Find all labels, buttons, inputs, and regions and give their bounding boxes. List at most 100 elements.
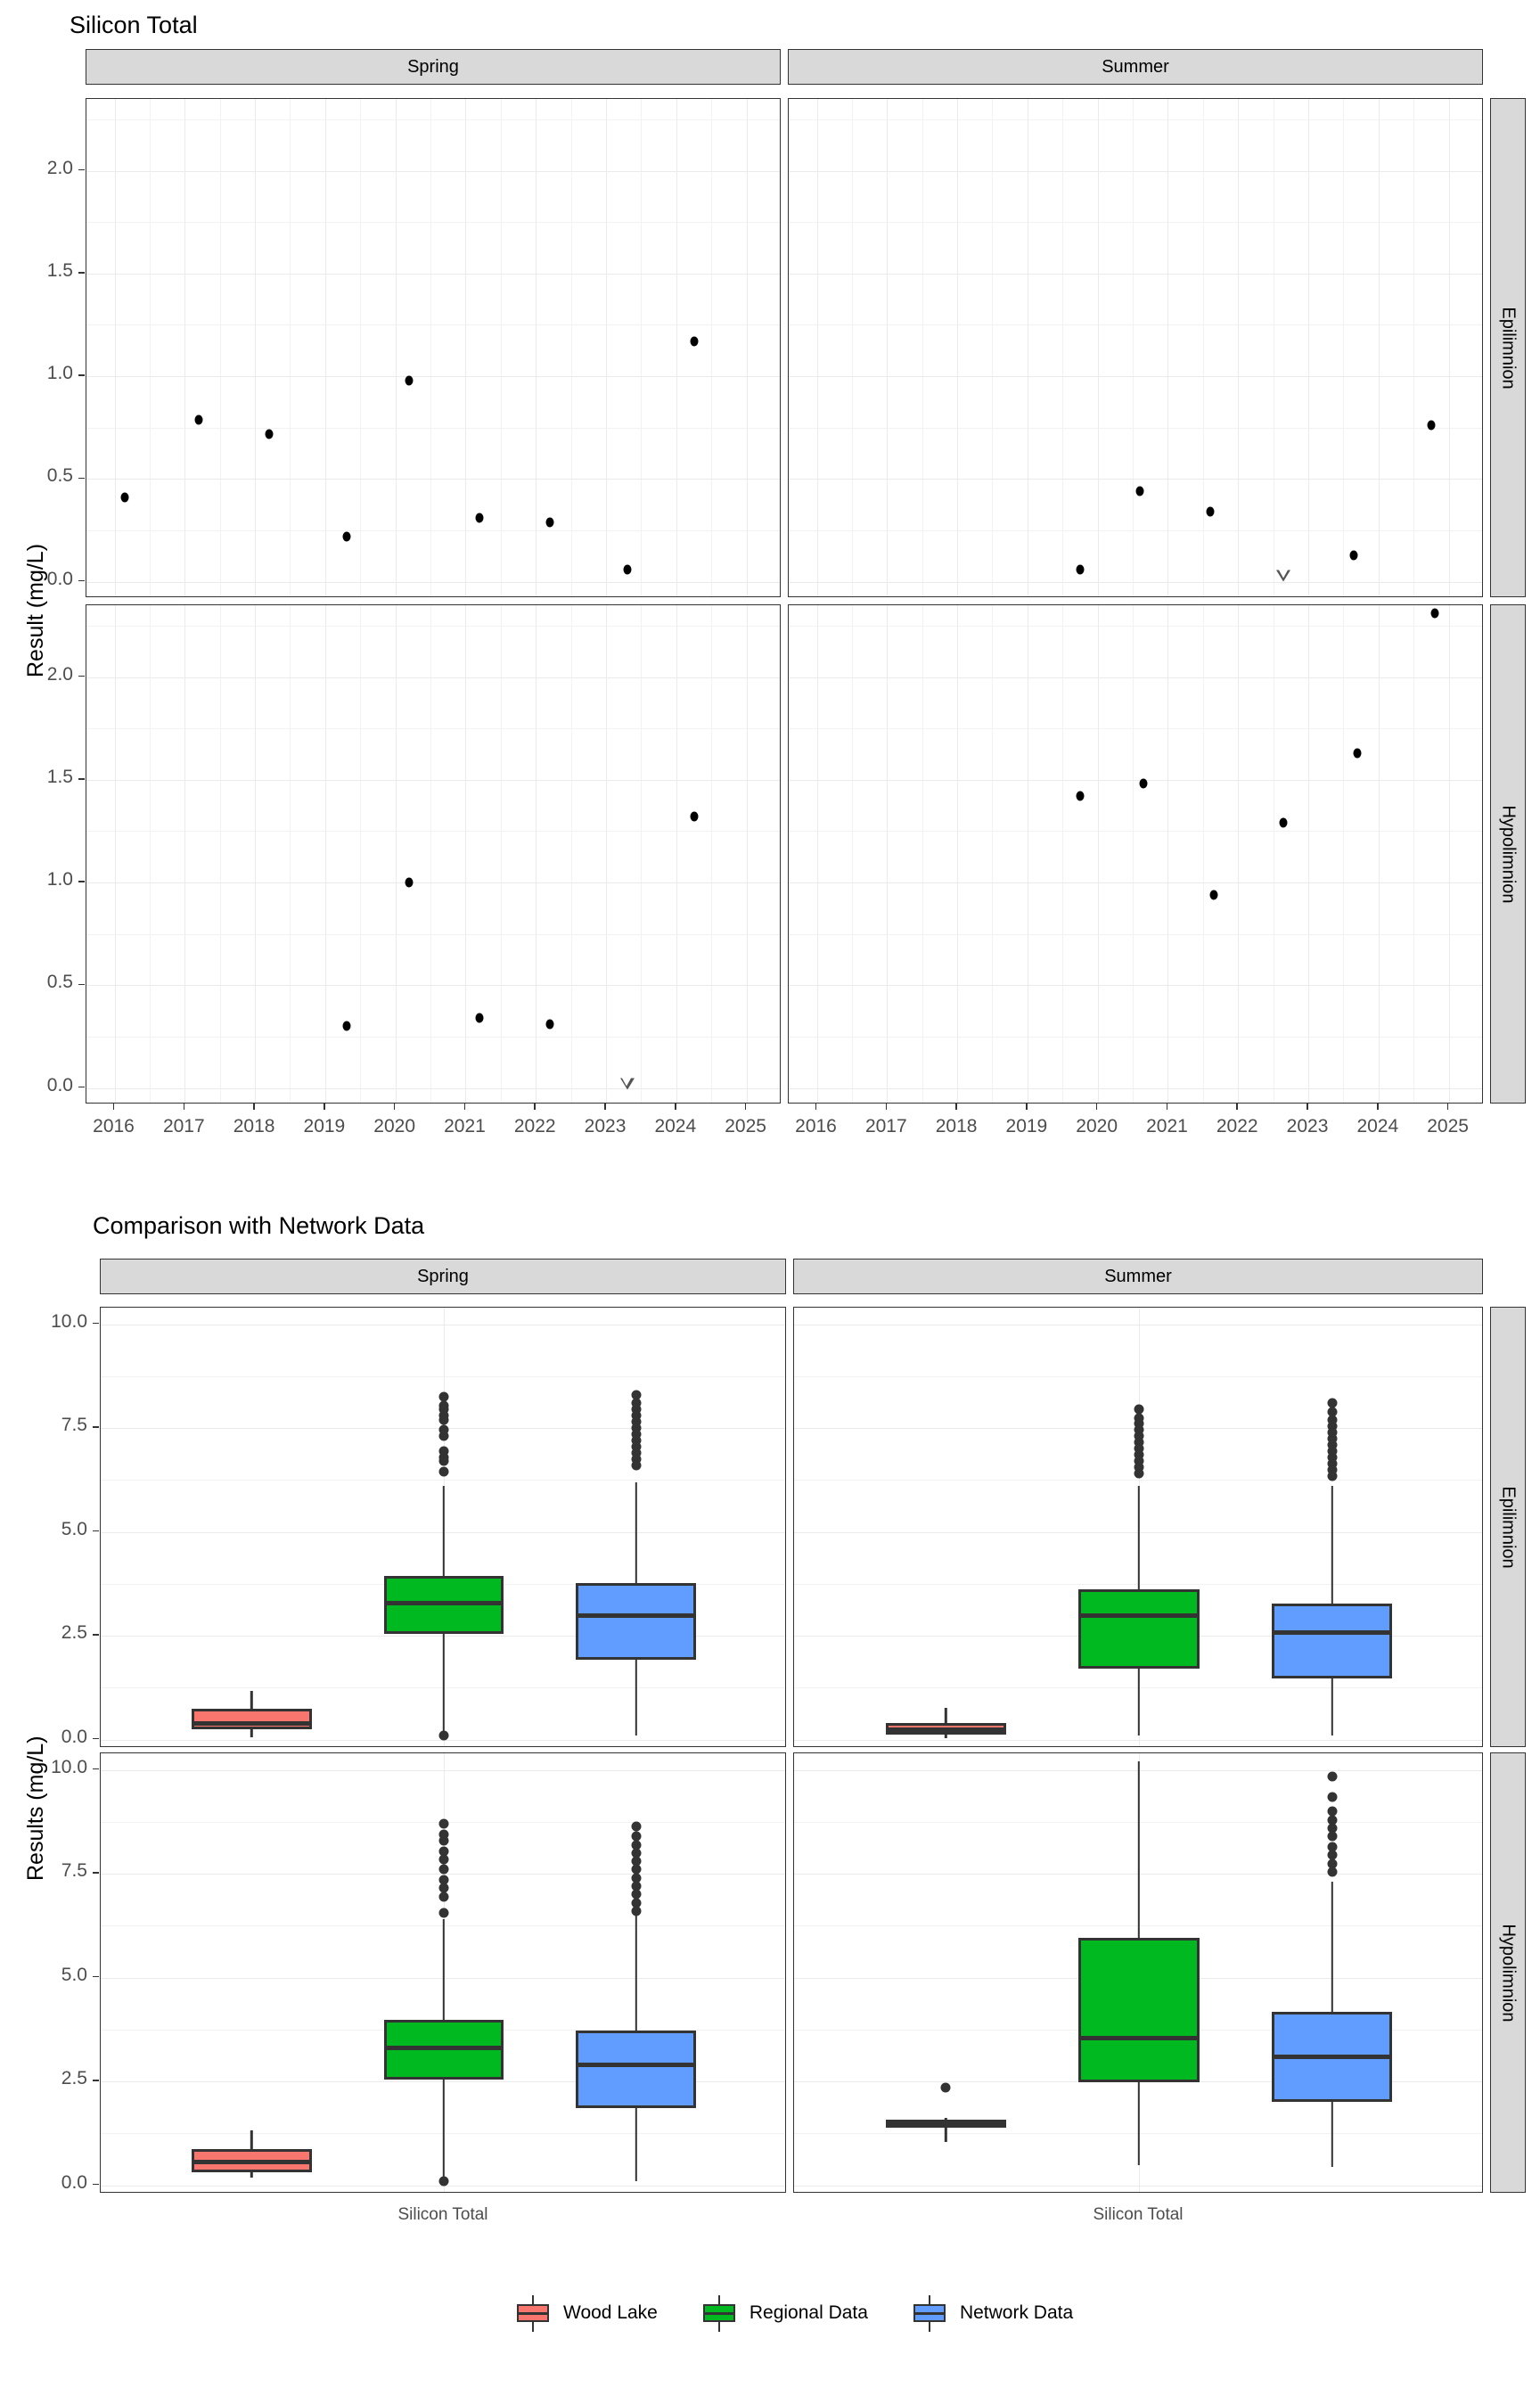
x-axis-tick [534,1104,537,1110]
figure1-panel-spring-hypolimnion [86,604,781,1104]
gridline-minor [922,605,923,1103]
gridline-major [957,99,959,596]
gridline-major [1448,99,1450,596]
figure1-strip-hypolimnion: Hypolimnion [1490,604,1526,1104]
y-axis-tick-label: 2.5 [61,1622,87,1644]
boxplot-outlier [631,1460,642,1471]
boxplot-whisker [250,1729,253,1737]
gridline-minor [1413,99,1415,596]
y-axis-tick [78,881,85,882]
strip-label: Hypolimnion [1498,1923,1519,2023]
y-axis-tick-label: 1.5 [46,259,73,281]
boxplot-whisker [635,1660,637,1735]
y-axis-tick-label: 0.0 [46,568,73,589]
boxplot-outlier [631,1821,642,1832]
boxplot-outlier [438,1415,449,1425]
figure2-strip-summer: Summer [793,1259,1483,1294]
x-axis-tick [815,1104,817,1110]
legend-item-network-data[interactable]: Network Data [909,2293,1073,2334]
scatter-point [120,492,129,503]
x-axis-tick-label: 2019 [1005,1116,1048,1136]
gridline-major [1308,99,1310,596]
scatter-point [1427,420,1436,431]
y-axis-tick-label: 0.0 [46,1074,73,1095]
gridline-minor [1133,605,1135,1103]
boxplot-box [1078,1938,1200,2083]
gridline-major [114,605,116,1103]
gridline-major [606,99,608,596]
gridline-minor [101,1480,785,1481]
boxplot-whisker [250,2130,253,2149]
scatter-point [405,375,414,386]
boxplot-outlier [1327,1771,1338,1782]
scatter-point [1076,791,1085,801]
y-axis-tick [78,272,85,274]
figure2-strip-hypolimnion: Hypolimnion [1490,1752,1526,2193]
boxplot-outlier [1134,1468,1144,1479]
boxplot-whisker [250,2172,253,2179]
x-axis-tick [393,1104,396,1110]
boxplot-outlier [438,1431,449,1441]
boxplot-outlier [438,1818,449,1829]
y-axis-tick-label: 10.0 [51,1310,87,1332]
scatter-point [342,531,350,542]
x-axis-tick-label: 2025 [1427,1116,1469,1136]
gridline-major [887,99,889,596]
y-axis-tick-label: 5.0 [61,1964,87,1985]
gridline-minor [570,605,572,1103]
gridline-major [184,605,186,1103]
x-axis-tick [463,1104,466,1110]
gridline-minor [500,99,502,596]
gridline-major [101,1769,785,1771]
y-axis-tick [93,1634,99,1636]
scatter-point [1139,778,1148,789]
gridline-major [255,99,257,596]
gridline-minor [794,1375,1482,1377]
boxplot-median [192,1720,312,1726]
boxplot-outlier [438,1456,449,1466]
legend: Wood Lake Regional Data Network Data [512,2293,1114,2334]
gridline-minor [219,605,221,1103]
boxplot-median [576,1613,696,1619]
boxplot-outlier [438,1854,449,1865]
boxplot-whisker [635,1481,637,1583]
gridline-minor [149,99,151,596]
x-axis-tick-label: 2024 [654,1116,697,1136]
gridline-major [395,99,397,596]
y-axis-tick [78,983,85,986]
gridline-major [536,99,537,596]
scatter-point [342,1021,350,1031]
figure2-strip-epilimnion: Epilimnion [1490,1307,1526,1747]
censored-marker-icon [619,1078,635,1090]
gridline-minor [101,1375,785,1377]
x-axis-tick-label: 2017 [864,1116,907,1136]
x-axis-tick [1446,1104,1449,1110]
scatter-point [475,1013,484,1023]
y-axis-tick [78,675,85,677]
boxplot-whisker [945,1735,947,1739]
x-axis-tick-label: 2020 [373,1116,416,1136]
boxplot-box [576,2031,696,2109]
boxplot-outlier [438,1466,449,1477]
strip-label: Summer [1102,56,1169,77]
x-axis-tick-label: 2023 [584,1116,627,1136]
gridline-major [1238,99,1240,596]
boxplot-outlier [438,1835,449,1846]
y-axis-tick [93,2183,99,2186]
boxplot-whisker [1331,1678,1333,1736]
strip-label: Epilimnion [1498,1485,1519,1569]
legend-item-regional-data[interactable]: Regional Data [699,2293,868,2334]
legend-item-wood-lake[interactable]: Wood Lake [512,2293,658,2334]
gridline-minor [1343,605,1345,1103]
strip-label: Hypolimnion [1498,804,1519,904]
legend-key-icon [512,2293,553,2334]
x-axis-tick-label: 2018 [935,1116,978,1136]
boxplot-outlier [631,1906,642,1916]
x-axis-tick-label: 2023 [1286,1116,1329,1136]
gridline-major [676,99,677,596]
boxplot-whisker [442,1919,446,2021]
gridline-minor [290,99,291,596]
y-axis-tick [93,1530,99,1532]
x-axis-tick-label: 2020 [1076,1116,1118,1136]
gridline-major [794,1739,1482,1741]
